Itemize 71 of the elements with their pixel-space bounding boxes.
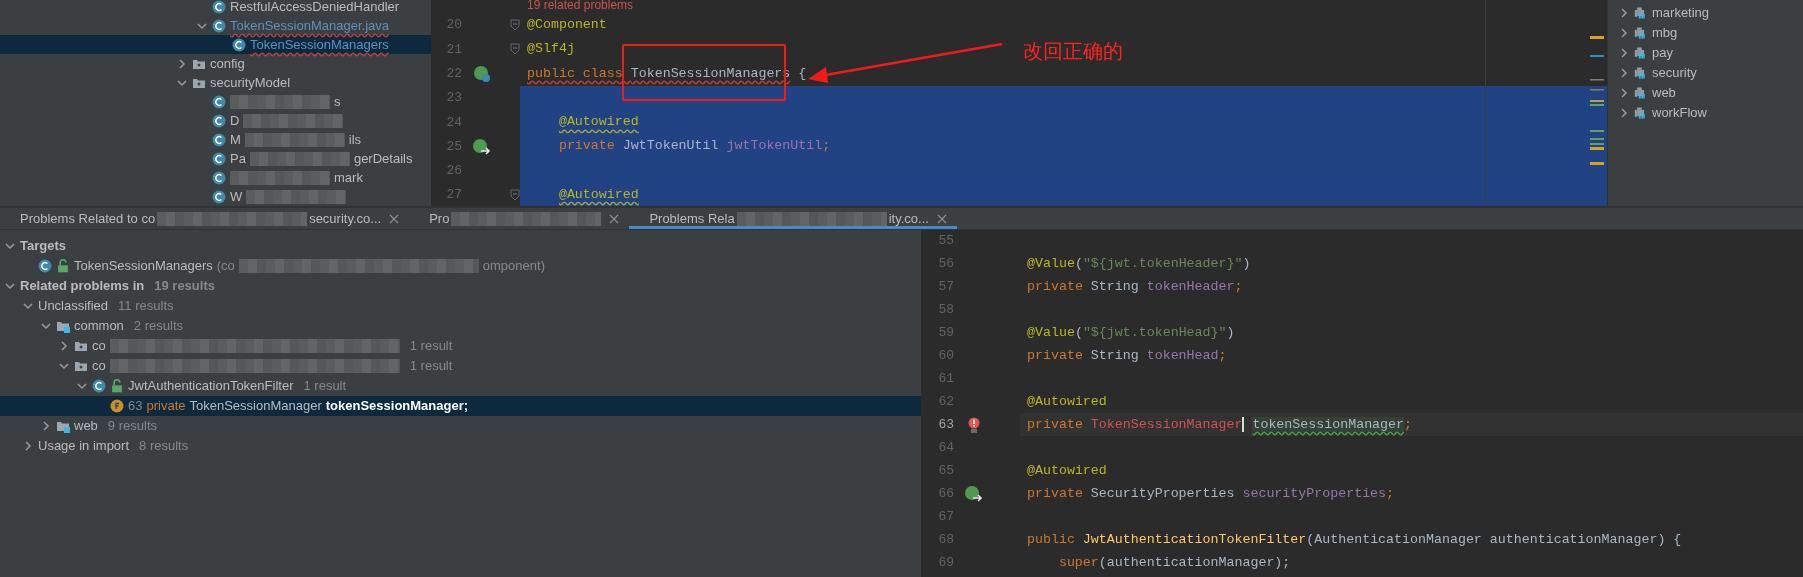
line-number: 69 bbox=[937, 554, 954, 572]
code-line: private JwtTokenUtil jwtTokenUtil; bbox=[558, 137, 831, 156]
tree-item[interactable]: web 9 results bbox=[0, 416, 921, 436]
code-line: @Value("${jwt.tokenHeader}") bbox=[1027, 255, 1251, 273]
tab[interactable]: Problems Related to co security.co... bbox=[0, 208, 410, 229]
tree-item[interactable]: RestfulAccessDeniedHandler bbox=[0, 0, 431, 16]
tree-item[interactable]: 63 private TokenSessionManager tokenSessionManager; bbox=[0, 396, 921, 416]
line-number: 61 bbox=[937, 370, 954, 388]
line-number: 65 bbox=[937, 462, 954, 480]
module-item[interactable]: mbg bbox=[1608, 23, 1803, 43]
module-item[interactable]: security bbox=[1608, 63, 1803, 83]
module-item[interactable]: workFlow bbox=[1608, 103, 1803, 123]
line-number: 63 bbox=[937, 416, 954, 434]
problems-hint[interactable]: 19 related problems bbox=[520, 0, 1607, 13]
code-line: private String tokenHeader; bbox=[1027, 278, 1243, 296]
tree-item[interactable]: Pa gerDetails bbox=[0, 149, 431, 168]
tab[interactable]: Problems Rela ity.co... bbox=[629, 208, 957, 229]
tree-item[interactable]: Unclassified 11 results bbox=[0, 296, 921, 316]
tree-item[interactable]: securityModel bbox=[0, 73, 431, 92]
code-line: @Slf4j bbox=[527, 40, 575, 59]
code-line: @Autowired bbox=[558, 186, 639, 205]
tree-item[interactable]: M ils bbox=[0, 130, 431, 149]
line-number: 27 bbox=[445, 186, 462, 205]
tab[interactable]: Pro bbox=[409, 208, 630, 229]
line-number: 26 bbox=[445, 162, 462, 181]
code-line: @Autowired bbox=[1027, 393, 1107, 411]
tree-item[interactable]: TokenSessionManagers bbox=[0, 35, 431, 54]
line-number: 64 bbox=[937, 439, 954, 457]
line-number: 66 bbox=[937, 485, 954, 503]
code-line: private String tokenHead; bbox=[1027, 347, 1227, 365]
tree-item[interactable]: co 1 result bbox=[0, 356, 921, 376]
tree-item[interactable]: mark bbox=[0, 168, 431, 187]
tree-item[interactable]: config bbox=[0, 54, 431, 73]
tree-item[interactable]: W bbox=[0, 187, 431, 206]
code-line: private TokenSessionManager tokenSessionManager; bbox=[1027, 416, 1412, 434]
tree-item[interactable]: Usage in import 8 results bbox=[0, 436, 921, 456]
line-number: 67 bbox=[937, 508, 954, 526]
module-item[interactable]: marketing bbox=[1608, 3, 1803, 23]
code-line: @Value("${jwt.tokenHead}") bbox=[1027, 324, 1235, 342]
module-item[interactable]: web bbox=[1608, 83, 1803, 103]
line-number: 60 bbox=[937, 347, 954, 365]
code-line: @Autowired bbox=[558, 113, 639, 132]
tree-item[interactable]: common 2 results bbox=[0, 316, 921, 336]
tree-item[interactable]: s bbox=[0, 92, 431, 111]
line-number: 24 bbox=[445, 113, 462, 132]
line-number: 68 bbox=[937, 531, 954, 549]
line-number: 23 bbox=[445, 89, 462, 108]
code-line: private SecurityProperties securityProperties; bbox=[1027, 485, 1395, 503]
code-line: @Autowired bbox=[1027, 462, 1107, 480]
tree-item[interactable]: Targets bbox=[0, 236, 921, 256]
line-number: 20 bbox=[445, 16, 462, 35]
line-number: 21 bbox=[445, 40, 462, 59]
tree-item[interactable]: Related problems in 19 results bbox=[0, 276, 921, 296]
code-line: @Component bbox=[527, 16, 607, 34]
tree-item[interactable]: D bbox=[0, 111, 431, 130]
code-line: super(authenticationManager); bbox=[1058, 554, 1291, 572]
module-item[interactable]: pay bbox=[1608, 43, 1803, 63]
line-number: 25 bbox=[445, 137, 462, 156]
line-number: 57 bbox=[937, 278, 954, 296]
line-number: 56 bbox=[937, 255, 954, 273]
annotation-text: 改回正确的 bbox=[1023, 39, 1123, 64]
line-number: 22 bbox=[445, 65, 462, 83]
tree-item[interactable]: co 1 result bbox=[0, 336, 921, 356]
line-number: 55 bbox=[937, 232, 954, 250]
line-number: 58 bbox=[937, 301, 954, 319]
line-number: 62 bbox=[937, 393, 954, 411]
line-number: 59 bbox=[937, 324, 954, 342]
tree-item[interactable]: TokenSessionManagers (co omponent) bbox=[0, 256, 921, 276]
tree-item[interactable]: TokenSessionManager.java bbox=[0, 16, 431, 35]
code-line: public JwtAuthenticationTokenFilter(AuthenticationManager authenticationManager) { bbox=[1027, 531, 1682, 549]
tree-item[interactable]: JwtAuthenticationTokenFilter 1 result bbox=[0, 376, 921, 396]
